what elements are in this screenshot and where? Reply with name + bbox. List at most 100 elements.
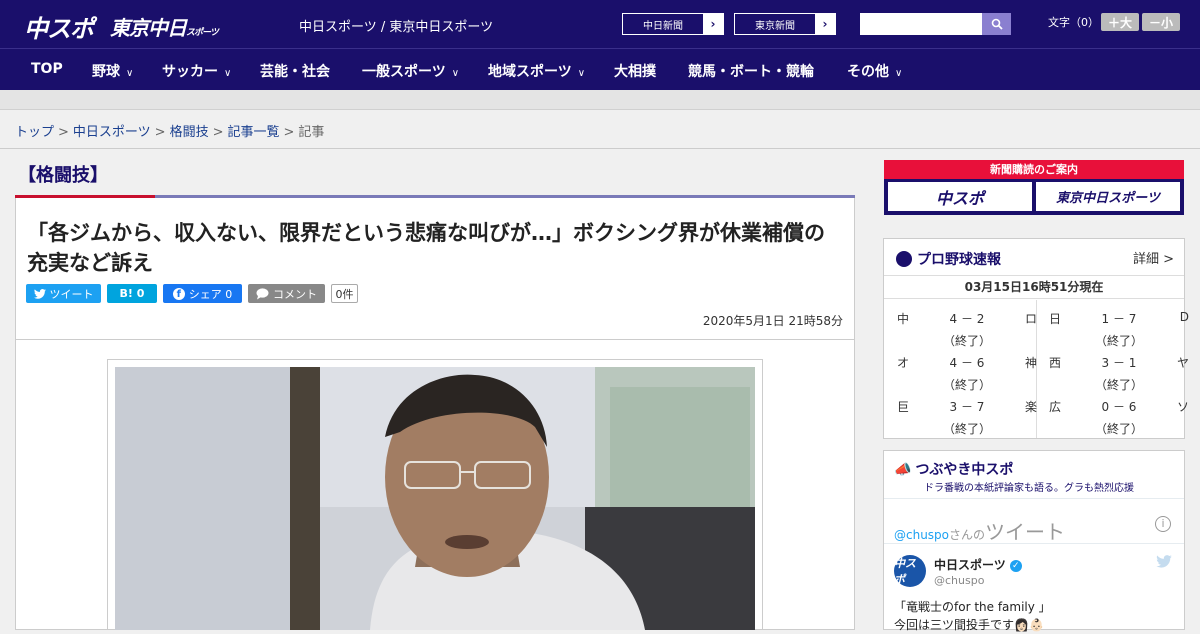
chevron-right-icon: › [703,14,723,34]
score: 4 － 2 [949,312,985,326]
nav-top[interactable]: TOP [31,61,63,77]
nav-label: サッカー [162,64,218,80]
breadcrumb-chunichi-sports[interactable]: 中日スポーツ [73,125,151,140]
ad-strip [0,90,1200,110]
game-status: （終了） [1094,334,1143,348]
article-date: 2020年5月1日 21時58分 [702,314,843,328]
game-score[interactable]: 広 0 － 6 ソ （終了） [1049,398,1189,442]
search-input[interactable] [860,13,982,35]
score: 4 － 6 [949,356,985,370]
nav-baseball[interactable]: 野球 ∨ [92,61,133,81]
font-larger-button[interactable]: ＋大 [1101,13,1139,31]
chevron-down-icon: ∨ [577,68,586,79]
subscription-banner[interactable]: 新聞購読のご案内 中スポ 東京中日スポーツ [884,160,1184,215]
tweet-button[interactable]: ツイート [26,284,101,303]
game-status: （終了） [942,334,991,348]
game-status: （終了） [1094,378,1143,392]
facebook-share-button[interactable]: f シェア 0 [163,284,242,303]
tokyo-shimbun-label: 東京新聞 [755,20,795,32]
nav-label: 大相撲 [614,64,656,80]
timeline-word: ツイート [985,520,1066,544]
tweet-text: 「竜戦士のfor the family 」 今回は三ツ間投手です👩🏻👶🏻 [894,598,1051,634]
tokyo-chunichi-logo[interactable]: 東京中日スポーツ [110,12,219,41]
chevron-down-icon: ∨ [224,68,232,79]
tweet-text-line: 「竜戦士のfor the family 」 [894,600,1051,614]
tokyo-shimbun-button[interactable]: 東京新聞 › [734,13,836,35]
search-button[interactable] [982,13,1011,35]
tweet-text-line: 今回は三ツ間投手です👩🏻👶🏻 [894,618,1044,632]
breadcrumb-fighting[interactable]: 格闘技 [170,125,209,140]
game-status: （終了） [942,422,991,436]
tweet-author[interactable]: 中日スポーツ ✓ [934,556,1022,573]
breadcrumb-separator: > [212,125,224,140]
megaphone-icon: 📣 [894,462,912,478]
baseball-icon [896,251,912,267]
game-score[interactable]: 中 4 － 2 ロ （終了） [897,310,1037,354]
timeline-title[interactable]: @chuspoさんのツイート [894,516,1065,545]
score: 0 － 6 [1101,400,1137,414]
team-away: 楽 [1024,400,1037,414]
game-score[interactable]: 巨 3 － 7 楽 （終了） [897,398,1037,442]
top-header: 中スポ 東京中日スポーツ 中日スポーツ / 東京中日スポーツ 中日新聞 › 東京… [0,0,1200,48]
hatena-bookmark-button[interactable]: B! 0 [107,284,157,303]
nav-label: 芸能・社会 [260,64,330,80]
nav-label: その他 [847,64,889,80]
nav-label: 一般スポーツ [362,64,446,80]
search-icon [991,18,1003,30]
comment-icon [256,287,269,299]
font-size-label: 文字（0） [1048,16,1099,29]
team-home: オ [897,356,910,370]
subscribe-chuspo-button[interactable]: 中スポ [888,182,1032,211]
nav-soccer[interactable]: サッカー ∨ [162,61,231,81]
nav-label: 野球 [92,64,120,80]
facebook-share-label: シェア 0 [188,287,233,301]
comment-count: 0件 [331,284,358,303]
chunichi-shimbun-button[interactable]: 中日新聞 › [622,13,724,35]
tweet-author-handle[interactable]: @chuspo [934,574,984,587]
nav-general-sports[interactable]: 一般スポーツ ∨ [362,61,459,81]
article-headline: 「各ジムから、収入ない、限界だという悲痛な叫びが…」ボクシング界が休業補償の充実… [27,221,825,275]
game-score[interactable]: 日 1 － 7 D （終了） [1049,310,1189,354]
avatar[interactable]: 中スポ [894,555,926,587]
nav-racing[interactable]: 競馬・ボート・競輪 [688,61,814,81]
article-photo[interactable] [115,367,755,630]
photo-image [115,367,755,630]
game-status: （終了） [1094,422,1143,436]
subscribe-tokyo-button[interactable]: 東京中日スポーツ [1036,182,1180,211]
info-icon[interactable]: i [1155,516,1171,532]
breadcrumb-divider [0,148,1200,149]
tokyo-logo-sub: スポーツ [186,28,219,38]
team-away: ロ [1024,312,1037,326]
scores-timestamp: 03月15日16時51分現在 [884,275,1184,299]
breadcrumb-article-list[interactable]: 記事一覧 [228,125,280,140]
team-home: 日 [1049,312,1062,326]
twitter-widget-header: 📣 つぶやき中スポ ドラ番戦の本紙評論家も語る。グラも熱烈応援 [884,451,1184,497]
tweet-author-name: 中日スポーツ [934,558,1006,572]
timeline-handle: @chuspo [894,528,950,542]
scores-detail-link[interactable]: 詳細 > [1133,248,1174,267]
subscription-title: 新聞購読のご案内 [884,160,1184,179]
score: 3 － 1 [1101,356,1137,370]
game-score[interactable]: オ 4 － 6 神 （終了） [897,354,1037,398]
twitter-bird-icon[interactable] [1156,555,1172,572]
nav-other[interactable]: その他 ∨ [847,61,902,81]
nav-label: 競馬・ボート・競輪 [688,64,814,80]
nav-label: 地域スポーツ [488,64,572,80]
site-links[interactable]: 中日スポーツ / 東京中日スポーツ [299,16,493,35]
nav-sumo[interactable]: 大相撲 [614,61,656,81]
breadcrumb-separator: > [283,125,295,140]
game-score[interactable]: 西 3 － 1 ヤ （終了） [1049,354,1189,398]
chevron-down-icon: ∨ [451,68,460,79]
nav-regional-sports[interactable]: 地域スポーツ ∨ [488,61,585,81]
breadcrumb-separator: > [154,125,166,140]
team-home: 広 [1049,400,1062,414]
nav-entertainment[interactable]: 芸能・社会 [260,61,330,81]
breadcrumb-top[interactable]: トップ [15,125,54,140]
font-smaller-button[interactable]: －小 [1142,13,1180,31]
team-away: ヤ [1176,356,1189,370]
comment-button[interactable]: コメント [248,284,325,303]
chuspo-logo[interactable]: 中スポ [24,9,94,44]
twitter-widget-subtitle: ドラ番戦の本紙評論家も語る。グラも熱烈応援 [924,483,1134,494]
scores-title-text: プロ野球速報 [917,252,1001,268]
breadcrumb: トップ > 中日スポーツ > 格闘技 > 記事一覧 > 記事 [15,121,324,140]
